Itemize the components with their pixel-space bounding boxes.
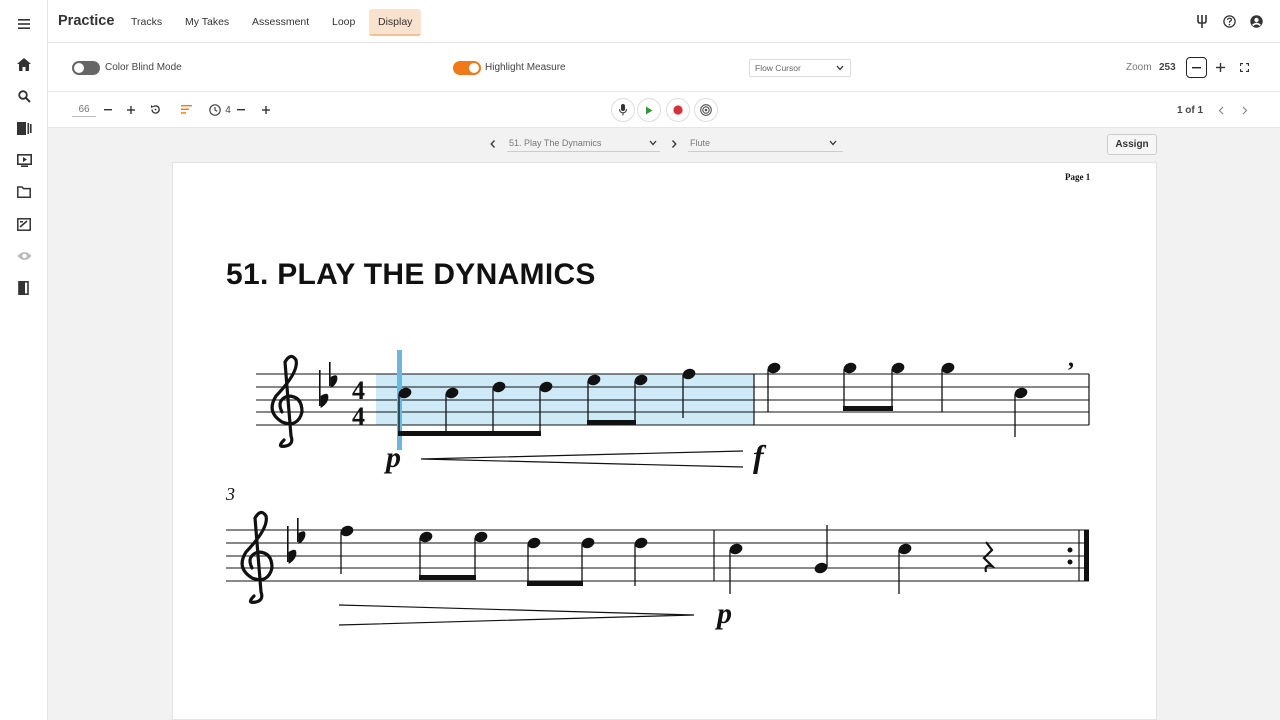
note-group-m2 <box>767 362 1028 399</box>
treble-clef-icon <box>270 354 304 448</box>
repeat-dot <box>1067 547 1073 553</box>
repeat-dot <box>1067 559 1073 565</box>
dynamic-piano: p <box>714 597 732 630</box>
beam <box>527 581 583 586</box>
treble-clef-icon <box>240 510 274 604</box>
decrescendo-hairpin <box>338 604 695 626</box>
dynamic-piano: p <box>383 441 401 474</box>
time-signature-bottom: 4 <box>352 402 365 431</box>
note-group-m4 <box>729 543 912 574</box>
beam <box>587 420 636 425</box>
flat-icon <box>319 362 338 408</box>
stems-m2 <box>767 369 1016 437</box>
stems-m4 <box>729 525 900 594</box>
beam <box>843 406 893 411</box>
crescendo-hairpin <box>420 450 744 468</box>
breath-mark: , <box>1068 346 1074 372</box>
note-group-m3 <box>340 525 648 549</box>
staff-2-lines <box>226 529 1089 582</box>
dynamic-forte: f <box>753 438 767 474</box>
flat-icon <box>287 518 306 564</box>
beam <box>419 575 476 580</box>
time-signature-top: 4 <box>352 376 365 405</box>
beam <box>398 431 541 436</box>
music-notation: 4 4 , p f p <box>226 346 1090 630</box>
final-barline <box>1084 530 1089 581</box>
